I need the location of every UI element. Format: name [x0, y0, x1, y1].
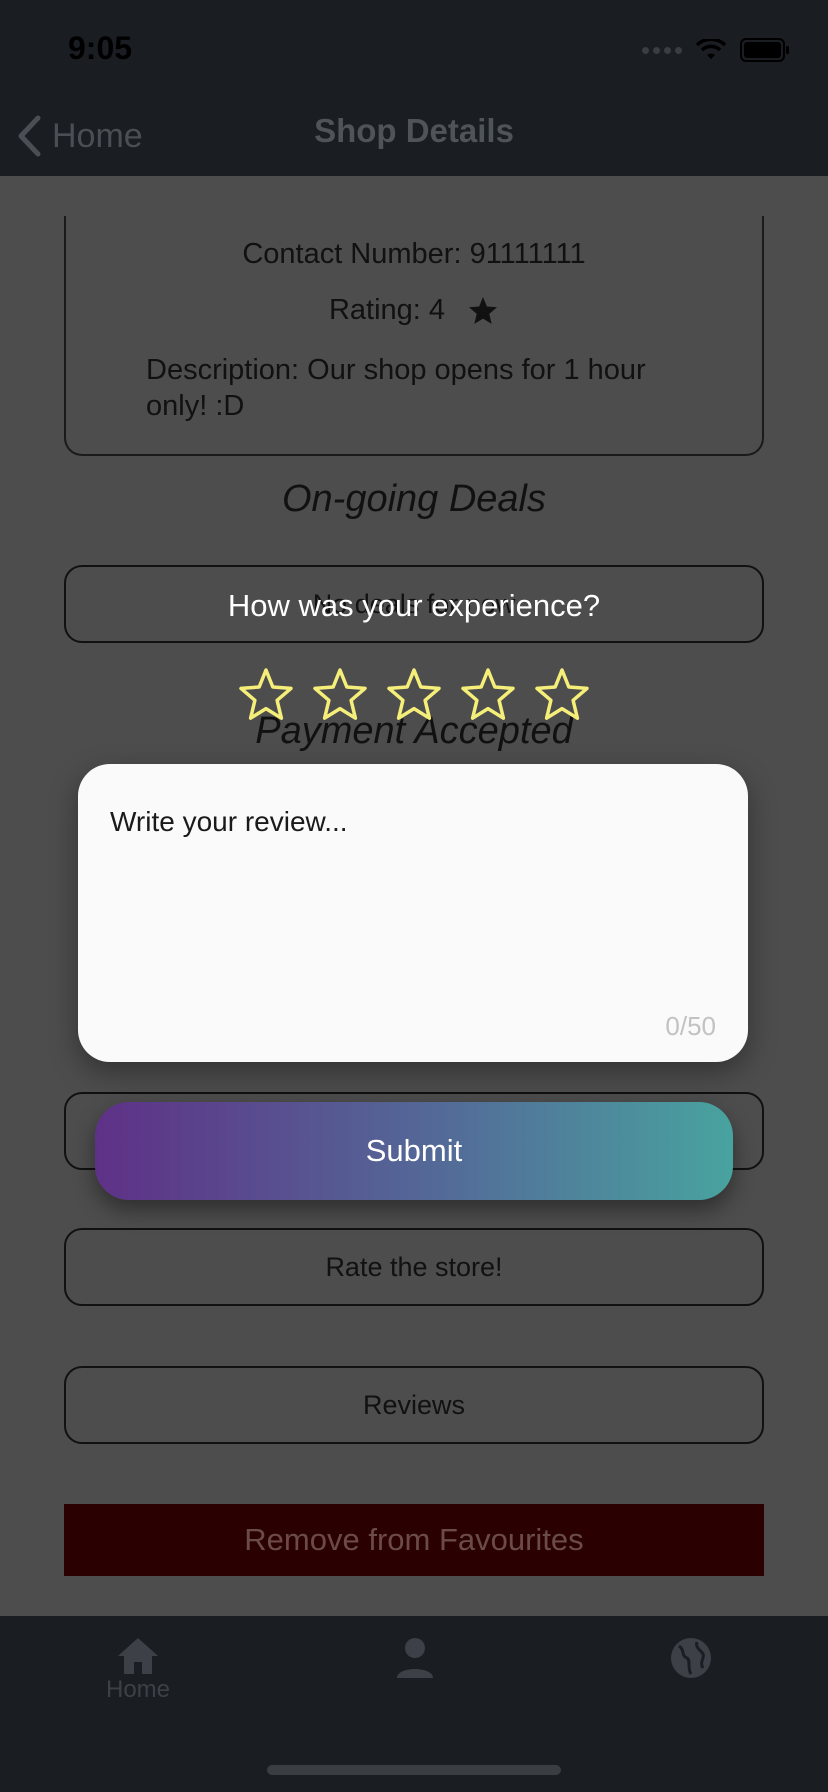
tab-profile[interactable]: [355, 1636, 475, 1680]
tab-explore[interactable]: [631, 1636, 751, 1680]
contact-number: Contact Number: 91111111: [242, 238, 586, 270]
deals-section-title: On-going Deals: [281, 478, 547, 520]
status-bar: 9:05: [0, 0, 828, 98]
wifi-icon: [696, 39, 726, 59]
tab-home-label: Home: [105, 1676, 171, 1703]
star-outline-icon[interactable]: [532, 665, 592, 725]
star-outline-icon[interactable]: [384, 665, 444, 725]
review-placeholder: Write your review...: [110, 806, 348, 837]
navigation-bar: Home Shop Details: [0, 98, 828, 176]
star-filled-icon: [469, 296, 498, 324]
reviews-button[interactable]: Reviews: [64, 1366, 764, 1444]
status-time: 9:05: [68, 30, 133, 66]
status-icons: [642, 38, 790, 62]
submit-button[interactable]: Submit: [95, 1102, 733, 1200]
star-outline-icon[interactable]: [458, 665, 518, 725]
globe-icon: [671, 1638, 711, 1678]
character-counter: 0/50: [665, 1011, 716, 1041]
battery-icon: [740, 38, 789, 62]
shop-info-card: Contact Number: 91111111 Rating: 4 Descr…: [64, 216, 764, 456]
review-text-field[interactable]: Write your review... 0/50: [78, 764, 748, 1062]
shop-description: Description: Our shop opens for 1 hour o…: [146, 354, 646, 422]
page-title: Shop Details: [314, 112, 514, 149]
cellular-signal-icon: [642, 46, 682, 54]
rate-store-button[interactable]: Rate the store!: [64, 1228, 764, 1306]
star-outline-icon[interactable]: [236, 665, 296, 725]
person-icon: [397, 1638, 433, 1678]
star-rating-input: [236, 665, 592, 725]
rating-text: Rating: 4: [328, 294, 446, 326]
home-icon: [118, 1638, 158, 1674]
tab-home[interactable]: Home: [78, 1636, 198, 1704]
review-dialog-title: How was your experience?: [227, 588, 601, 623]
home-indicator: [267, 1765, 561, 1775]
star-outline-icon[interactable]: [310, 665, 370, 725]
rating-row: Rating: 4: [66, 294, 762, 327]
remove-favourites-button[interactable]: Remove from Favourites: [64, 1504, 764, 1576]
